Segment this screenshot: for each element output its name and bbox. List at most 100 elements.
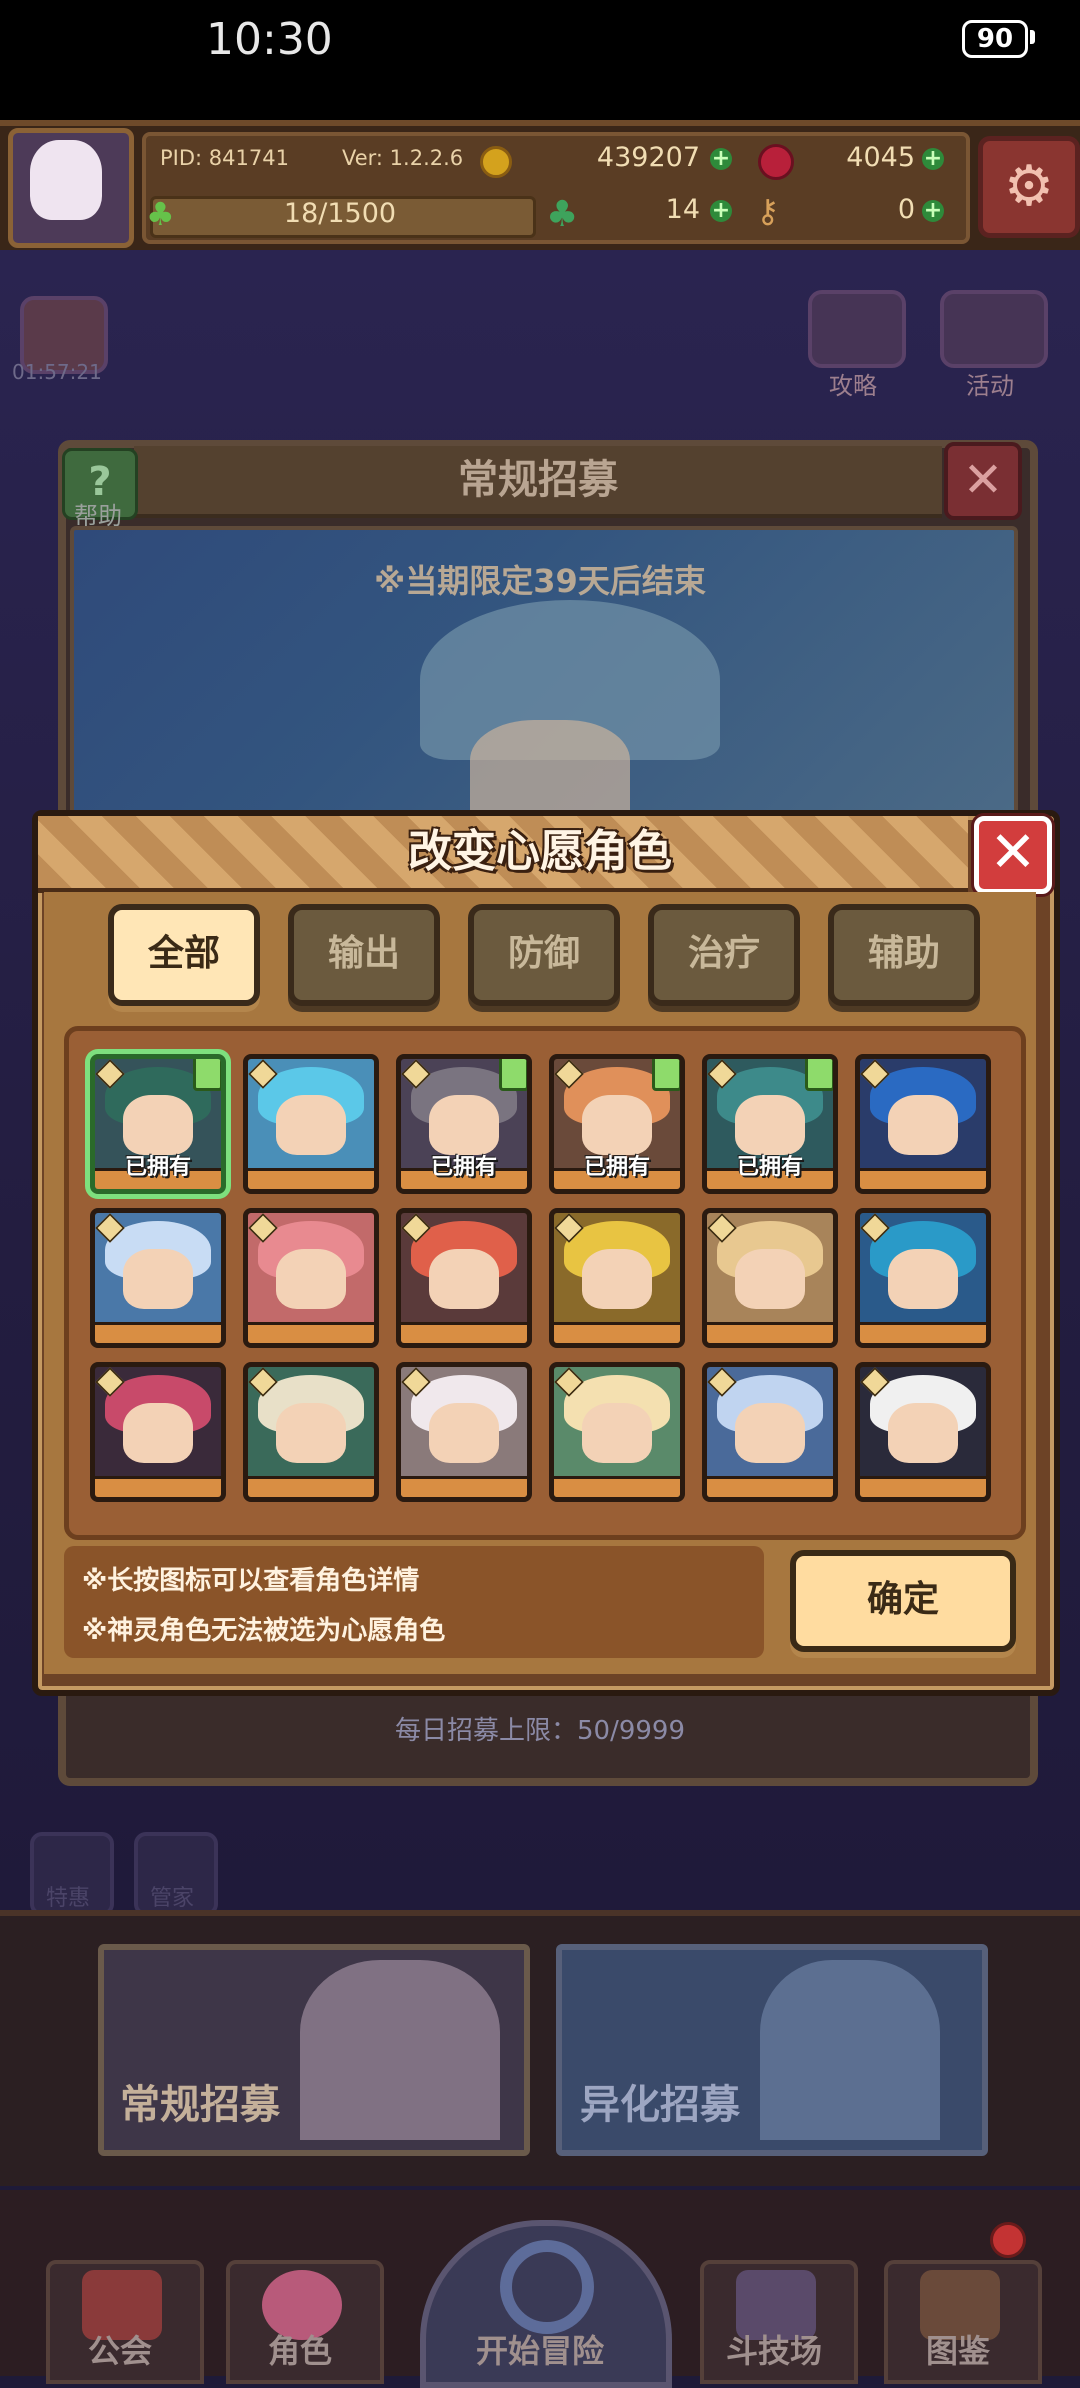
character-face	[123, 1095, 193, 1155]
butler-label: 管家	[149, 1886, 194, 1911]
character-face	[888, 1403, 958, 1463]
character-face	[276, 1095, 346, 1155]
nav-adventure-label: 开始冒险	[475, 2332, 604, 2370]
guide-icon	[808, 290, 906, 368]
tip-long-press: ※长按图标可以查看角色详情	[82, 1566, 420, 1596]
card-base	[401, 1476, 527, 1497]
add-gem-icon[interactable]: +	[922, 148, 944, 170]
player-id: PID: 841741	[160, 146, 289, 170]
tab-all[interactable]: 全部	[108, 904, 260, 1006]
nav-arena-label: 斗技场	[725, 2332, 822, 2370]
special-offer-label: 特惠	[45, 1886, 90, 1911]
magnifier-icon	[500, 2240, 594, 2334]
battery-tip	[1030, 30, 1035, 44]
nav-guild-label: 公会	[87, 2332, 152, 2370]
character-face	[582, 1095, 652, 1155]
character-card[interactable]	[702, 1362, 838, 1502]
character-face	[276, 1249, 346, 1309]
recruit-title: 常规招募	[458, 457, 618, 503]
owned-flag-icon	[499, 1059, 527, 1091]
character-card[interactable]	[243, 1208, 379, 1348]
add-gold-icon[interactable]: +	[710, 148, 732, 170]
guide-label: 攻略	[829, 372, 877, 400]
card-base	[554, 1476, 680, 1497]
alien-recruit-character	[760, 1960, 940, 2140]
character-card[interactable]: 已拥有	[396, 1054, 532, 1194]
owned-label: 已拥有	[430, 1155, 497, 1180]
character-card[interactable]	[702, 1208, 838, 1348]
character-face	[582, 1249, 652, 1309]
event-label: 活动	[966, 372, 1014, 400]
add-clover-icon[interactable]: +	[710, 200, 732, 222]
card-base	[707, 1322, 833, 1343]
character-card[interactable]	[549, 1208, 685, 1348]
status-time: 10:30	[206, 14, 333, 65]
regular-recruit-character	[300, 1960, 500, 2140]
character-card[interactable]	[396, 1208, 532, 1348]
battery-indicator: 90	[962, 20, 1028, 58]
character-face	[888, 1249, 958, 1309]
gem-icon	[758, 144, 794, 180]
key-icon: ⚷	[756, 192, 780, 230]
character-card[interactable]	[549, 1362, 685, 1502]
card-base	[95, 1476, 221, 1497]
character-face	[735, 1249, 805, 1309]
character-card[interactable]: 已拥有	[90, 1054, 226, 1194]
gem-amount: 4045	[846, 142, 915, 173]
owned-flag-icon	[805, 1059, 833, 1091]
character-face	[735, 1403, 805, 1463]
nav-characters-label: 角色	[267, 2332, 332, 2370]
tab-healing[interactable]: 治疗	[648, 904, 800, 1006]
owned-flag-icon	[193, 1059, 221, 1091]
owned-flag-icon	[652, 1059, 680, 1091]
modal-title: 改变心愿角色	[408, 826, 672, 877]
status-bar	[0, 0, 1080, 120]
character-card[interactable]	[855, 1054, 991, 1194]
character-card[interactable]	[243, 1054, 379, 1194]
card-base	[401, 1322, 527, 1343]
regular-recruit-label: 常规招募	[120, 2082, 280, 2128]
clover-amount: 14	[665, 194, 700, 225]
card-base	[248, 1476, 374, 1497]
event-icon	[940, 290, 1048, 368]
card-base	[248, 1168, 374, 1189]
recruit-close-button[interactable]: ✕	[944, 442, 1022, 520]
character-face	[888, 1095, 958, 1155]
character-card[interactable]	[855, 1362, 991, 1502]
character-card[interactable]	[396, 1362, 532, 1502]
game-version: Ver: 1.2.2.6	[342, 146, 464, 170]
character-card[interactable]	[243, 1362, 379, 1502]
character-face	[735, 1095, 805, 1155]
card-base	[707, 1476, 833, 1497]
avatar-face	[30, 140, 102, 220]
confirm-button[interactable]: 确定	[790, 1550, 1016, 1652]
card-base	[860, 1476, 986, 1497]
character-card[interactable]: 已拥有	[549, 1054, 685, 1194]
nav-codex-label: 图鉴	[925, 2332, 990, 2370]
daily-recruit-limit: 每日招募上限：50/9999	[394, 1716, 685, 1746]
event-timer: 01:57:21	[12, 360, 102, 384]
owned-label: 已拥有	[736, 1155, 803, 1180]
gold-coin-icon	[480, 146, 512, 178]
key-amount: 0	[897, 194, 915, 225]
character-card[interactable]	[855, 1208, 991, 1348]
banner-character-face	[470, 720, 630, 820]
clover-icon: ♣	[546, 194, 579, 235]
tab-support[interactable]: 辅助	[828, 904, 980, 1006]
card-base	[860, 1322, 986, 1343]
character-face	[429, 1249, 499, 1309]
stamina-value: 18/1500	[283, 198, 397, 229]
settings-gear-button[interactable]: ⚙	[978, 136, 1080, 238]
character-card[interactable]: 已拥有	[702, 1054, 838, 1194]
modal-close-button[interactable]: ✕	[974, 816, 1052, 894]
tab-damage[interactable]: 输出	[288, 904, 440, 1006]
notification-dot	[990, 2222, 1026, 2258]
owned-label: 已拥有	[583, 1155, 650, 1180]
card-base	[554, 1322, 680, 1343]
add-key-icon[interactable]: +	[922, 200, 944, 222]
character-face	[429, 1403, 499, 1463]
gold-amount: 439207	[596, 142, 700, 173]
character-card[interactable]	[90, 1362, 226, 1502]
tab-defense[interactable]: 防御	[468, 904, 620, 1006]
character-card[interactable]	[90, 1208, 226, 1348]
